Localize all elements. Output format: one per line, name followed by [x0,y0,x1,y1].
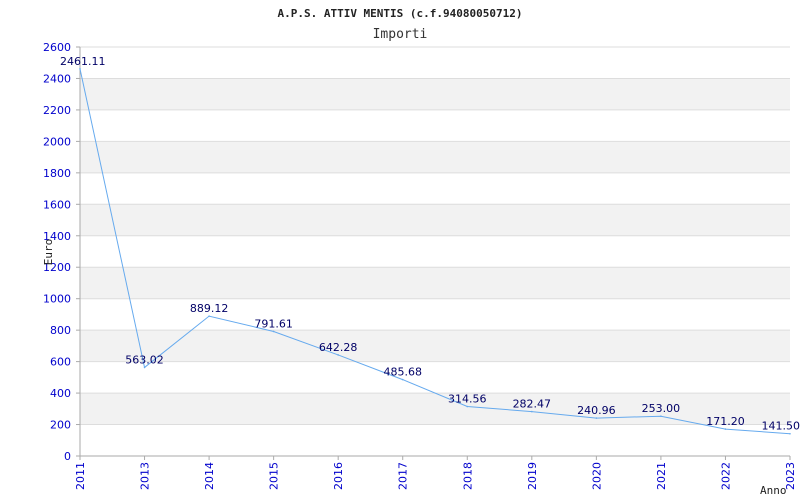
data-point [595,417,598,419]
data-point [143,366,146,369]
data-point [789,432,791,435]
grid-band [80,393,790,425]
y-tick-label: 2000 [43,135,71,148]
grid-band [80,78,790,110]
chart-subtitle: Importi [373,27,428,42]
data-point [466,405,469,408]
data-label: 2461.11 [60,55,106,68]
grid-band [80,330,790,362]
data-label: 563.02 [125,353,164,366]
x-tick-label: 2017 [397,462,410,490]
series-line [79,68,791,435]
y-tick-label: 800 [50,324,71,337]
x-tick-label: 2013 [139,462,152,490]
data-point [660,415,662,418]
x-tick-label: 2014 [203,462,216,490]
x-tick-labels: 2011 2013 2014 2015 2016 2017 2018 2019 2020 2021… [74,462,797,490]
y-tick-label: 1800 [43,167,71,180]
data-point [724,428,727,430]
y-tick-label: 200 [50,419,71,432]
grid-band [80,267,790,299]
x-tick-label: 2022 [719,462,732,490]
chart-canvas: 0200400600800100012001400160018002000220… [42,7,800,497]
data-point [531,410,533,413]
data-label: 889.12 [190,302,229,315]
data-label: 171.20 [706,415,745,428]
y-axis-label: Euro [42,239,55,266]
data-label: 642.28 [319,341,358,354]
grid-band [80,141,790,173]
chart: 0 200 400 600 800 1000 1200 1400 1600 1800 2000 220… [0,0,800,500]
x-tick-label: 2015 [268,462,281,490]
data-label: 282.47 [513,398,552,411]
data-point [272,330,275,333]
data-label: 240.96 [577,404,616,417]
y-tick-label: 2200 [43,104,71,117]
x-tick-label: 2011 [74,462,87,490]
data-point [401,378,404,381]
series-group [79,68,791,435]
data-label: 314.56 [448,393,487,406]
y-tick-label: 1600 [43,198,71,211]
x-tick-label: 2016 [332,462,345,490]
data-label: 791.61 [254,317,293,330]
chart-title: A.P.S. ATTIV MENTIS (c.f.94080050712) [277,7,522,20]
data-point [208,315,210,317]
y-tick-label: 0 [64,450,71,463]
data-labels: 2461.11 563.02 889.12 791.61 642.28 485.68 314… [60,55,800,433]
x-tick-label: 2020 [590,462,603,490]
data-label: 485.68 [383,366,422,379]
data-label: 141.50 [762,420,800,433]
x-tick-label: 2018 [461,462,474,490]
y-tick-label: 2400 [43,72,71,85]
x-tick-label: 2019 [526,462,539,490]
data-point [79,68,81,70]
data-point [337,354,339,356]
data-label: 253.00 [642,402,681,415]
grid-band [80,204,790,236]
y-tick-label: 600 [50,356,71,369]
y-tick-label: 400 [50,387,71,400]
y-tick-label: 2600 [43,41,71,54]
background-bands [80,78,790,425]
x-axis-label: Anno [760,484,787,497]
y-tick-label: 1000 [43,293,71,306]
x-tick-label: 2021 [655,462,668,490]
